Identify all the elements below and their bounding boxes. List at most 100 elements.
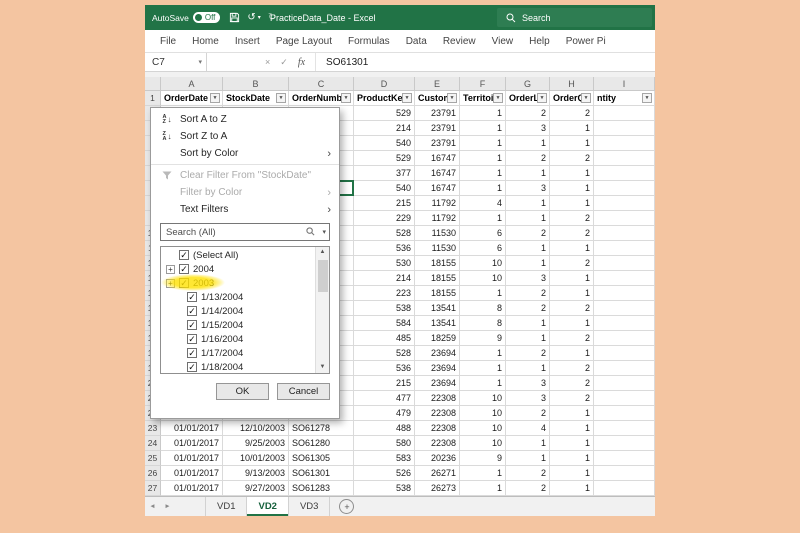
cell-F21[interactable]: 10 bbox=[460, 391, 506, 406]
cell-H23[interactable]: 1 bbox=[550, 421, 594, 436]
cell-D18[interactable]: 528 bbox=[354, 346, 415, 361]
cell-E15[interactable]: 13541 bbox=[415, 301, 460, 316]
menu-filter-by-color[interactable]: Filter by Color › bbox=[151, 184, 339, 201]
column-header-G[interactable]: G bbox=[506, 77, 550, 91]
cell-I4[interactable] bbox=[594, 136, 655, 151]
cell-D14[interactable]: 223 bbox=[354, 286, 415, 301]
cell-F17[interactable]: 9 bbox=[460, 331, 506, 346]
cell-F8[interactable]: 4 bbox=[460, 196, 506, 211]
cell-I23[interactable] bbox=[594, 421, 655, 436]
cell-D21[interactable]: 477 bbox=[354, 391, 415, 406]
cell-G10[interactable]: 2 bbox=[506, 226, 550, 241]
menu-sort-by-color[interactable]: Sort by Color › bbox=[151, 145, 339, 162]
ribbon-tab-home[interactable]: Home bbox=[184, 36, 227, 47]
cell-H7[interactable]: 1 bbox=[550, 181, 594, 196]
cell-I14[interactable] bbox=[594, 286, 655, 301]
cell-E24[interactable]: 22308 bbox=[415, 436, 460, 451]
cell-F11[interactable]: 6 bbox=[460, 241, 506, 256]
cell-D10[interactable]: 528 bbox=[354, 226, 415, 241]
header-cell-F[interactable]: Territoi ▾ bbox=[460, 91, 506, 106]
cell-G27[interactable]: 2 bbox=[506, 481, 550, 496]
cell-C25[interactable]: SO61305 bbox=[289, 451, 354, 466]
filter-dropdown-button[interactable]: ▾ bbox=[210, 93, 220, 103]
filter-dropdown-button[interactable]: ▾ bbox=[642, 93, 652, 103]
cell-I6[interactable] bbox=[594, 166, 655, 181]
cell-G11[interactable]: 1 bbox=[506, 241, 550, 256]
cell-I11[interactable] bbox=[594, 241, 655, 256]
cell-H27[interactable]: 1 bbox=[550, 481, 594, 496]
cell-H26[interactable]: 1 bbox=[550, 466, 594, 481]
cell-G26[interactable]: 2 bbox=[506, 466, 550, 481]
cell-G19[interactable]: 1 bbox=[506, 361, 550, 376]
cell-I21[interactable] bbox=[594, 391, 655, 406]
filter-dropdown-button[interactable]: ▾ bbox=[447, 93, 457, 103]
menu-text-filters[interactable]: Text Filters › bbox=[151, 201, 339, 218]
list-scrollbar[interactable]: ▲ ▼ bbox=[315, 247, 329, 373]
cell-I16[interactable] bbox=[594, 316, 655, 331]
cell-I5[interactable] bbox=[594, 151, 655, 166]
menu-sort-a-to-z[interactable]: AZ ↓ Sort A to Z bbox=[151, 111, 339, 128]
cell-H14[interactable]: 1 bbox=[550, 286, 594, 301]
cell-B23[interactable]: 12/10/2003 bbox=[223, 421, 289, 436]
filter-item-2004[interactable]: + ✓ 2004 bbox=[161, 262, 314, 276]
cell-E21[interactable]: 22308 bbox=[415, 391, 460, 406]
cell-D3[interactable]: 214 bbox=[354, 121, 415, 136]
cell-B25[interactable]: 10/01/2003 bbox=[223, 451, 289, 466]
cell-D15[interactable]: 538 bbox=[354, 301, 415, 316]
row-header-1[interactable]: 1 bbox=[145, 91, 161, 106]
cell-F20[interactable]: 1 bbox=[460, 376, 506, 391]
cell-I12[interactable] bbox=[594, 256, 655, 271]
cell-D23[interactable]: 488 bbox=[354, 421, 415, 436]
add-sheet-button[interactable]: + bbox=[339, 499, 355, 514]
cell-F3[interactable]: 1 bbox=[460, 121, 506, 136]
cell-D19[interactable]: 536 bbox=[354, 361, 415, 376]
filter-dropdown-button[interactable]: ▾ bbox=[581, 93, 591, 103]
cell-F7[interactable]: 1 bbox=[460, 181, 506, 196]
cell-G13[interactable]: 3 bbox=[506, 271, 550, 286]
header-cell-H[interactable]: OrderQ▾ bbox=[550, 91, 594, 106]
cell-D9[interactable]: 229 bbox=[354, 211, 415, 226]
filter-dropdown-button[interactable]: ▾ bbox=[341, 93, 351, 103]
cell-I3[interactable] bbox=[594, 121, 655, 136]
cell-H12[interactable]: 2 bbox=[550, 256, 594, 271]
cell-G25[interactable]: 1 bbox=[506, 451, 550, 466]
ribbon-tab-power-pi[interactable]: Power Pi bbox=[558, 36, 614, 47]
cell-A26[interactable]: 01/01/2017 bbox=[161, 466, 223, 481]
sheet-tab-vd2[interactable]: VD2 bbox=[247, 497, 289, 516]
cell-E25[interactable]: 20236 bbox=[415, 451, 460, 466]
cell-G21[interactable]: 3 bbox=[506, 391, 550, 406]
cell-F5[interactable]: 1 bbox=[460, 151, 506, 166]
checkbox[interactable]: ✓ bbox=[179, 264, 189, 274]
name-box[interactable]: C7 ▾ bbox=[145, 53, 207, 71]
cell-F26[interactable]: 1 bbox=[460, 466, 506, 481]
cell-I9[interactable] bbox=[594, 211, 655, 226]
cell-G20[interactable]: 3 bbox=[506, 376, 550, 391]
ribbon-tab-review[interactable]: Review bbox=[435, 36, 484, 47]
cell-D2[interactable]: 529 bbox=[354, 106, 415, 121]
cell-G3[interactable]: 3 bbox=[506, 121, 550, 136]
cell-G22[interactable]: 2 bbox=[506, 406, 550, 421]
save-icon[interactable] bbox=[229, 12, 240, 23]
ribbon-tab-view[interactable]: View bbox=[484, 36, 522, 47]
cell-D26[interactable]: 526 bbox=[354, 466, 415, 481]
cell-E27[interactable]: 26273 bbox=[415, 481, 460, 496]
cell-H21[interactable]: 2 bbox=[550, 391, 594, 406]
autosave-toggle[interactable]: Off bbox=[192, 12, 221, 23]
cell-H22[interactable]: 1 bbox=[550, 406, 594, 421]
cell-F13[interactable]: 10 bbox=[460, 271, 506, 286]
cell-F24[interactable]: 10 bbox=[460, 436, 506, 451]
column-header-I[interactable]: I bbox=[594, 77, 655, 91]
sheet-nav-left-icon[interactable]: ◄ bbox=[145, 497, 160, 516]
cell-I22[interactable] bbox=[594, 406, 655, 421]
cell-D5[interactable]: 529 bbox=[354, 151, 415, 166]
ribbon-tab-help[interactable]: Help bbox=[521, 36, 558, 47]
select-all-corner[interactable] bbox=[145, 77, 161, 91]
cell-E3[interactable]: 23791 bbox=[415, 121, 460, 136]
cell-F9[interactable]: 1 bbox=[460, 211, 506, 226]
cell-D6[interactable]: 377 bbox=[354, 166, 415, 181]
column-header-D[interactable]: D bbox=[354, 77, 415, 91]
cell-E22[interactable]: 22308 bbox=[415, 406, 460, 421]
filter-dropdown-button[interactable]: ▾ bbox=[537, 93, 547, 103]
cell-H16[interactable]: 1 bbox=[550, 316, 594, 331]
formula-bar-value[interactable]: SO61301 bbox=[315, 53, 368, 71]
